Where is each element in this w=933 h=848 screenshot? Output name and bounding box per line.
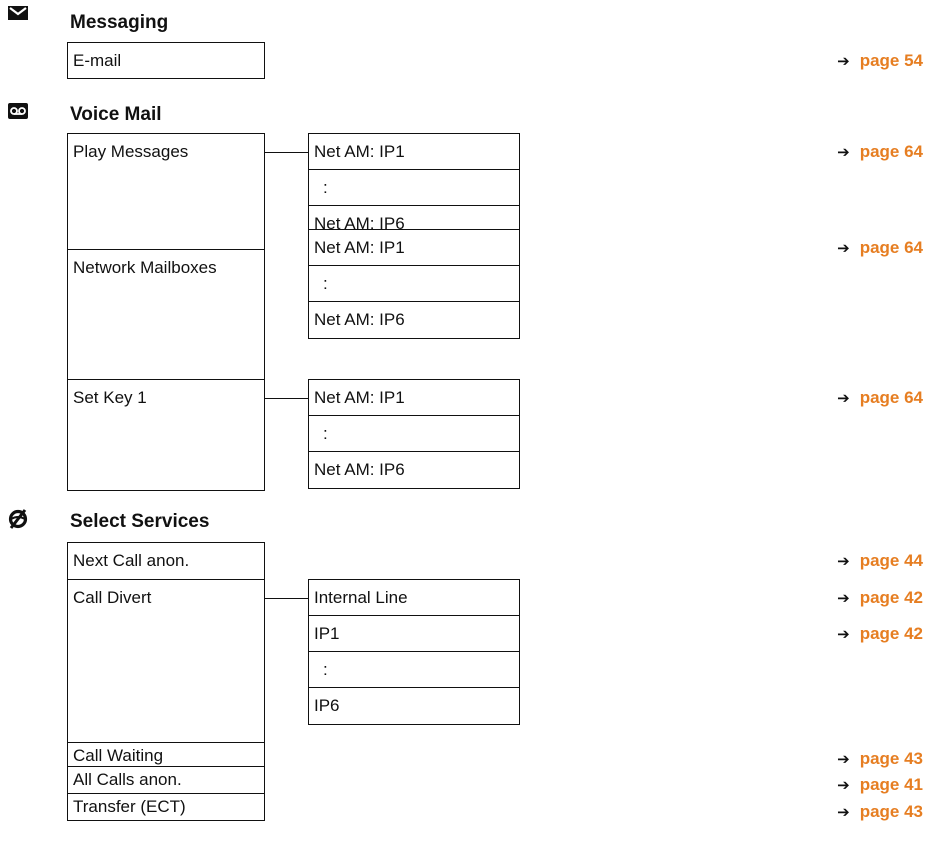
submenu-item[interactable]: Net AM: IP6 xyxy=(309,452,519,488)
menu-item-transfer-ect[interactable]: Transfer (ECT) xyxy=(68,794,264,820)
page-ref[interactable]: ➔ page 64 xyxy=(837,238,923,258)
menu-item-next-call-anon[interactable]: Next Call anon. xyxy=(68,543,264,579)
menu-item-network-mailboxes[interactable]: Network Mailboxes xyxy=(68,250,264,286)
section-title-messaging: Messaging xyxy=(70,12,169,33)
submenu-item[interactable]: Net AM: IP1 xyxy=(309,380,519,416)
submenu-ellipsis: : xyxy=(309,416,519,452)
page-ref[interactable]: ➔ page 64 xyxy=(837,388,923,408)
submenu-play-messages: Net AM: IP1 : Net AM: IP6 xyxy=(308,133,520,243)
menu-item-all-calls-anon[interactable]: All Calls anon. xyxy=(68,767,264,793)
menu-item-play-messages[interactable]: Play Messages xyxy=(68,134,264,170)
submenu-call-divert: Internal Line IP1 : IP6 xyxy=(308,579,520,725)
arrow-right-icon: ➔ xyxy=(837,751,850,768)
arrow-right-icon: ➔ xyxy=(837,240,850,257)
menu-item-email[interactable]: E-mail xyxy=(67,42,265,79)
arrow-right-icon: ➔ xyxy=(837,53,850,70)
voicemail-menu-box: Play Messages Network Mailboxes Set Key … xyxy=(67,133,265,491)
submenu-network-mailboxes: Net AM: IP1 : Net AM: IP6 xyxy=(308,229,520,339)
section-title-voice-mail: Voice Mail xyxy=(70,104,162,125)
page-ref[interactable]: ➔ page 41 xyxy=(837,775,923,795)
menu-item-label: E-mail xyxy=(73,50,122,70)
menu-item-set-key-1[interactable]: Set Key 1 xyxy=(68,380,264,416)
arrow-right-icon: ➔ xyxy=(837,590,850,607)
submenu-ellipsis: : xyxy=(309,170,519,206)
page-ref[interactable]: ➔ page 64 xyxy=(837,142,923,162)
page-ref[interactable]: ➔ page 43 xyxy=(837,749,923,769)
menu-item-transfer-ect-box: Transfer (ECT) xyxy=(67,793,265,821)
services-icon xyxy=(6,508,30,530)
submenu-item[interactable]: Net AM: IP1 xyxy=(309,134,519,170)
page-ref[interactable]: ➔ page 54 xyxy=(837,51,923,71)
arrow-right-icon: ➔ xyxy=(837,804,850,821)
section-title-select-services: Select Services xyxy=(70,511,210,532)
page-ref[interactable]: ➔ page 44 xyxy=(837,551,923,571)
menu-item-call-waiting[interactable]: Call Waiting xyxy=(68,743,264,768)
page-ref[interactable]: ➔ page 42 xyxy=(837,624,923,644)
submenu-ellipsis: : xyxy=(309,266,519,302)
menu-item-call-divert[interactable]: Call Divert xyxy=(68,580,264,616)
arrow-right-icon: ➔ xyxy=(837,777,850,794)
submenu-item[interactable]: Net AM: IP1 xyxy=(309,230,519,266)
page-ref[interactable]: ➔ page 42 xyxy=(837,588,923,608)
arrow-right-icon: ➔ xyxy=(837,390,850,407)
services-menu-box: Next Call anon. Call Divert Call Waiting xyxy=(67,542,265,793)
envelope-icon xyxy=(6,2,30,24)
menu-item-all-calls-anon-box: All Calls anon. xyxy=(67,766,265,794)
submenu-ellipsis: : xyxy=(309,652,519,688)
submenu-item[interactable]: Net AM: IP6 xyxy=(309,302,519,338)
submenu-item[interactable]: IP6 xyxy=(309,688,519,724)
arrow-right-icon: ➔ xyxy=(837,626,850,643)
page-ref[interactable]: ➔ page 43 xyxy=(837,802,923,822)
submenu-item[interactable]: IP1 xyxy=(309,616,519,652)
arrow-right-icon: ➔ xyxy=(837,144,850,161)
submenu-item[interactable]: Internal Line xyxy=(309,580,519,616)
voicemail-icon xyxy=(6,100,30,122)
submenu-set-key-1: Net AM: IP1 : Net AM: IP6 xyxy=(308,379,520,489)
arrow-right-icon: ➔ xyxy=(837,553,850,570)
